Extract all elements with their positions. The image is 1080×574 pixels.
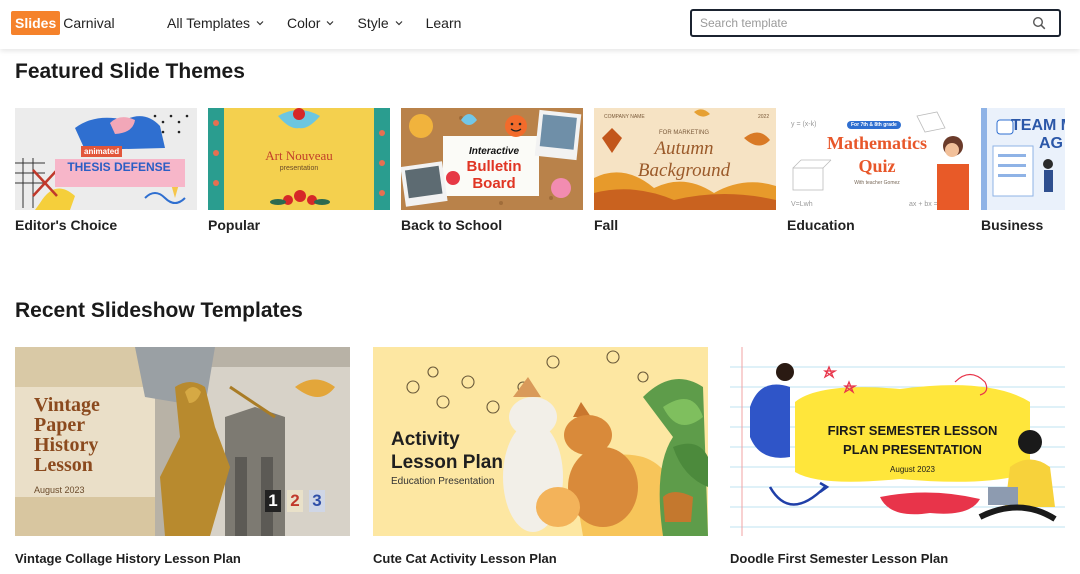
- thumb-date: August 2023: [34, 485, 85, 495]
- thumb-line: Lesson Plan: [391, 452, 503, 473]
- chevron-down-icon: [395, 21, 403, 26]
- template-thumbnail: FIRST SEMESTER LESSON PLAN PRESENTATION …: [730, 347, 1065, 536]
- theme-card-business[interactable]: TEAM M AG Business: [981, 108, 1065, 233]
- template-label: Doodle First Semester Lesson Plan: [730, 551, 949, 566]
- logo-name: Carnival: [63, 15, 115, 31]
- thumb-title: THESIS DEFENSE: [67, 160, 171, 174]
- nav-all-templates[interactable]: All Templates: [167, 15, 264, 31]
- theme-thumbnail: Interactive Bulletin Board: [401, 108, 583, 210]
- nav-label: All Templates: [167, 15, 251, 31]
- nav-label: Color: [287, 15, 321, 31]
- theme-thumbnail: Art Nouveau presentation: [208, 108, 390, 210]
- template-card-cute-cat[interactable]: Activity Lesson Plan Education Presentat…: [373, 347, 708, 566]
- thumb-subtitle: Education Presentation: [391, 476, 495, 487]
- theme-label: Popular: [208, 217, 261, 233]
- thumb-badge: For 7th & 8th grade: [847, 121, 901, 129]
- theme-card-fall[interactable]: COMPANY NAME 2022 FOR MARKETING Autumn B…: [594, 108, 776, 233]
- thumb-line: Lesson: [34, 454, 93, 476]
- theme-label: Editor's Choice: [15, 217, 118, 233]
- nav-color[interactable]: Color: [287, 15, 334, 31]
- thumb-line: Vintage: [34, 394, 100, 416]
- thumb-title-mid: Bulletin: [466, 158, 522, 175]
- theme-thumbnail: y = (x-k) V=Lwh ax + bx = c For 7th & 8t…: [787, 108, 969, 210]
- thumb-title-b: AG: [1039, 135, 1063, 152]
- slidescarnival-logo[interactable]: Slides Carnival: [11, 11, 115, 35]
- theme-thumbnail: animated THESIS DEFENSE: [15, 108, 197, 210]
- nav-learn[interactable]: Learn: [426, 15, 462, 31]
- nav-label: Learn: [425, 15, 462, 31]
- thumb-badge: animated: [81, 146, 123, 157]
- search-input[interactable]: [692, 11, 1032, 35]
- nav-style[interactable]: Style: [357, 15, 403, 31]
- site-header: Slides Carnival All Templates Color Styl…: [0, 0, 1080, 49]
- thumb-title-a: Autumn: [654, 138, 714, 159]
- theme-card-education[interactable]: y = (x-k) V=Lwh ax + bx = c For 7th & 8t…: [787, 108, 969, 233]
- thumb-line: History: [34, 434, 99, 456]
- thumb-number: 3: [309, 490, 325, 512]
- thumb-title-bot: Board: [472, 175, 516, 192]
- theme-label: Back to School: [401, 217, 503, 233]
- theme-thumbnail: TEAM M AG: [981, 108, 1065, 210]
- search-box: [690, 9, 1061, 37]
- thumb-line: Paper: [34, 414, 86, 436]
- thumb-number: 2: [287, 490, 303, 512]
- thumb-year: 2022: [758, 114, 770, 120]
- thumb-number: 1: [265, 490, 281, 512]
- template-label: Vintage Collage History Lesson Plan: [15, 551, 241, 566]
- thumb-title-a: Mathematics: [827, 133, 927, 153]
- thumb-title: Art Nouveau: [265, 148, 333, 163]
- thumb-subtitle: With teacher Gomez: [854, 180, 900, 186]
- svg-text:y = (x-k): y = (x-k): [791, 121, 816, 128]
- search-icon[interactable]: [1032, 16, 1046, 30]
- nav-label: Style: [357, 15, 389, 31]
- thumb-title-b: Background: [637, 160, 731, 181]
- thumb-line: Activity: [391, 429, 460, 450]
- main-nav: All Templates Color Style Learn: [167, 0, 484, 46]
- template-label: Cute Cat Activity Lesson Plan: [373, 551, 557, 566]
- thumb-line: PLAN PRESENTATION: [843, 442, 982, 457]
- thumb-date: August 2023: [890, 465, 935, 474]
- featured-section-title: Featured Slide Themes: [15, 60, 245, 83]
- theme-card-back-to-school[interactable]: Interactive Bulletin Board Back to Schoo…: [401, 108, 583, 233]
- thumb-kicker: FOR MARKETING: [658, 130, 709, 136]
- theme-card-popular[interactable]: Art Nouveau presentation Popular: [208, 108, 390, 233]
- thumb-line: FIRST SEMESTER LESSON: [827, 423, 998, 438]
- featured-themes-row: animated THESIS DEFENSE Editor's Choice …: [15, 108, 1065, 238]
- template-card-vintage-history[interactable]: Vintage Paper History Lesson August 2023…: [15, 347, 350, 566]
- thumb-title-top: Interactive: [468, 146, 520, 157]
- theme-label: Fall: [594, 217, 619, 233]
- chevron-down-icon: [327, 21, 334, 26]
- thumb-company: COMPANY NAME: [604, 114, 645, 120]
- template-card-doodle-semester[interactable]: FIRST SEMESTER LESSON PLAN PRESENTATION …: [730, 347, 1065, 566]
- theme-label: Education: [787, 217, 855, 233]
- thumb-title-b: Quiz: [858, 156, 896, 176]
- thumb-subtitle: presentation: [279, 165, 319, 172]
- theme-card-editors-choice[interactable]: animated THESIS DEFENSE Editor's Choice: [15, 108, 197, 233]
- recent-section-title: Recent Slideshow Templates: [15, 299, 303, 322]
- svg-text:V=Lwh: V=Lwh: [791, 201, 813, 208]
- template-thumbnail: Vintage Paper History Lesson August 2023…: [15, 347, 350, 536]
- chevron-down-icon: [256, 21, 264, 26]
- logo-brand: Slides: [11, 11, 61, 35]
- template-thumbnail: Activity Lesson Plan Education Presentat…: [373, 347, 708, 536]
- theme-thumbnail: COMPANY NAME 2022 FOR MARKETING Autumn B…: [594, 108, 776, 210]
- thumb-title-a: TEAM M: [1011, 117, 1065, 134]
- theme-label: Business: [981, 217, 1044, 233]
